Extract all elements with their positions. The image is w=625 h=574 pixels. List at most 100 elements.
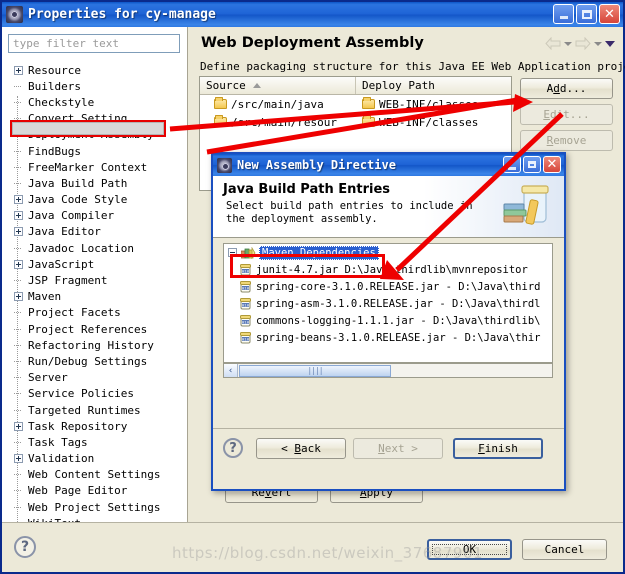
edit-button: Edit... [520,104,613,125]
sidebar-item-web-project-settings[interactable]: Web Project Settings [2,499,187,515]
sidebar-item-validation[interactable]: Validation [2,451,187,467]
dialog-minimize-button[interactable] [503,156,521,173]
next-button-label: Next > [378,442,418,455]
column-header-deploy-path[interactable]: Deploy Path [356,77,435,94]
expand-icon[interactable] [14,454,23,464]
settings-tree[interactable]: Resource Builders Checkstyle Convert Settin… [2,60,187,522]
sidebar-item-javascript[interactable]: JavaScript [2,256,187,272]
maximize-button[interactable] [576,4,597,24]
sidebar-item-task-repository[interactable]: Task Repository [2,418,187,434]
sidebar-item-web-page-editor[interactable]: Web Page Editor [2,483,187,499]
sidebar-item-java-code-style[interactable]: Java Code Style [2,192,187,208]
window-controls: ✕ [553,4,620,24]
dialog-titlebar: New Assembly Directive ✕ [213,154,564,176]
tree-leaf-icon [12,484,25,497]
sidebar-item-java-build-path[interactable]: Java Build Path [2,175,187,191]
tree-item-jar[interactable]: 010 spring-beans-3.1.0.RELEASE.jar - D:\J… [224,329,552,346]
sidebar-item-refactoring-history[interactable]: Refactoring History [2,337,187,353]
tree-horizontal-scrollbar[interactable]: ‹ |||| [223,363,553,378]
jar-books-icon [500,182,552,232]
tree-item-jar[interactable]: 010 spring-asm-3.1.0.RELEASE.jar - D:\Jav… [224,295,552,312]
add-button-label: Add... [546,82,587,95]
sidebar-item-label: Project References [28,322,148,336]
sidebar-item-label: Service Policies [28,387,134,401]
tree-item-jar[interactable]: 010 junit-4.7.jar D:\Java\thirdlib\mvnrep… [224,261,552,278]
table-row[interactable]: /src/main/resour WEB-INF/classes [200,113,511,131]
collapse-icon[interactable] [228,248,237,257]
tree-item-jar-label: spring-core-3.1.0.RELEASE.jar - D:\Java\… [256,280,541,293]
tree-leaf-icon [12,306,25,319]
sidebar-item-run-debug-settings[interactable]: Run/Debug Settings [2,353,187,369]
forward-dropdown-icon[interactable] [594,41,602,46]
remove-button-label: Remove [546,134,587,147]
expand-icon[interactable] [14,292,23,302]
finish-button[interactable]: Finish [453,438,543,459]
sidebar-item-task-tags[interactable]: Task Tags [2,434,187,450]
dialog-help-icon[interactable]: ? [223,438,243,458]
sidebar-item-service-policies[interactable]: Service Policies [2,386,187,402]
add-button[interactable]: Add... [520,78,613,99]
chevron-down-icon[interactable] [605,40,615,47]
expand-icon[interactable] [14,211,23,221]
close-button[interactable]: ✕ [599,4,620,24]
gear-icon [6,6,23,23]
selected-row-highlight [12,122,164,135]
sidebar-item-checkstyle[interactable]: Checkstyle [2,94,187,110]
settings-sidebar: type filter text Resource Builders Checkst… [2,27,188,522]
dialog-title: New Assembly Directive [237,158,396,172]
finish-button-label: Finish [478,442,518,455]
sidebar-item-label: Task Repository [28,419,128,433]
sidebar-item-java-compiler[interactable]: Java Compiler [2,208,187,224]
column-header-source[interactable]: Source [200,77,356,94]
scrollbar-thumb[interactable]: |||| [239,364,391,377]
edit-button-label: Edit... [543,108,590,121]
sidebar-item-server[interactable]: Server [2,370,187,386]
page-title: Web Deployment Assembly [201,35,424,51]
filter-input[interactable]: type filter text [8,34,180,53]
sidebar-item-maven[interactable]: Maven [2,289,187,305]
dialog-close-button[interactable]: ✕ [543,156,561,173]
sidebar-item-jsp-fragment[interactable]: JSP Fragment [2,272,187,288]
build-path-tree[interactable]: Maven Dependencies 010 junit-4.7.jar D:\J… [223,243,553,363]
sidebar-item-project-references[interactable]: Project References [2,321,187,337]
tree-item-jar[interactable]: 010 spring-core-3.1.0.RELEASE.jar - D:\Ja… [224,278,552,295]
dialog-maximize-button[interactable] [523,156,541,173]
dialog-subtext: Select build path entries to include in … [226,200,473,225]
tree-leaf-icon [12,468,25,481]
sidebar-item-java-editor[interactable]: Java Editor [2,224,187,240]
tree-item-maven-dependencies-label: Maven Dependencies [259,245,379,260]
sidebar-item-label: Java Build Path [28,176,128,190]
sidebar-item-label: JavaScript [28,257,95,271]
expand-icon[interactable] [14,259,23,269]
properties-window: Properties for cy-manage ✕ type filter t… [0,0,625,574]
back-dropdown-icon[interactable] [564,41,572,46]
cancel-button[interactable]: Cancel [522,539,607,560]
back-button[interactable]: < Back [256,438,346,459]
cell-deploy-path: WEB-INF/classes [356,97,479,111]
sidebar-item-findbugs[interactable]: FindBugs [2,143,187,159]
tree-item-jar[interactable]: 010 commons-logging-1.1.1.jar - D:\Java\t… [224,312,552,329]
forward-arrow-icon[interactable] [575,37,591,50]
sidebar-item-project-facets[interactable]: Project Facets [2,305,187,321]
scroll-left-button[interactable]: ‹ [224,364,238,377]
tree-item-maven-dependencies[interactable]: Maven Dependencies [224,244,552,261]
sidebar-item-wikitext[interactable]: WikiText [2,515,187,522]
sidebar-item-targeted-runtimes[interactable]: Targeted Runtimes [2,402,187,418]
expand-icon[interactable] [14,195,23,205]
folder-icon [362,115,375,127]
expand-icon[interactable] [14,65,23,75]
minimize-button[interactable] [553,4,574,24]
cell-deploy-path-label: WEB-INF/classes [379,97,479,111]
sidebar-item-label: Run/Debug Settings [28,354,148,368]
sidebar-item-resource[interactable]: Resource [2,62,187,78]
help-icon[interactable]: ? [14,536,36,558]
expand-icon[interactable] [14,227,23,237]
sidebar-item-javadoc-location[interactable]: Javadoc Location [2,240,187,256]
sidebar-item-builders[interactable]: Builders [2,78,187,94]
expand-icon[interactable] [14,421,23,431]
back-arrow-icon[interactable] [545,37,561,50]
table-row[interactable]: /src/main/java WEB-INF/classes [200,95,511,113]
next-button: Next > [353,438,443,459]
sidebar-item-freemarker-context[interactable]: FreeMarker Context [2,159,187,175]
sidebar-item-web-content-settings[interactable]: Web Content Settings [2,467,187,483]
